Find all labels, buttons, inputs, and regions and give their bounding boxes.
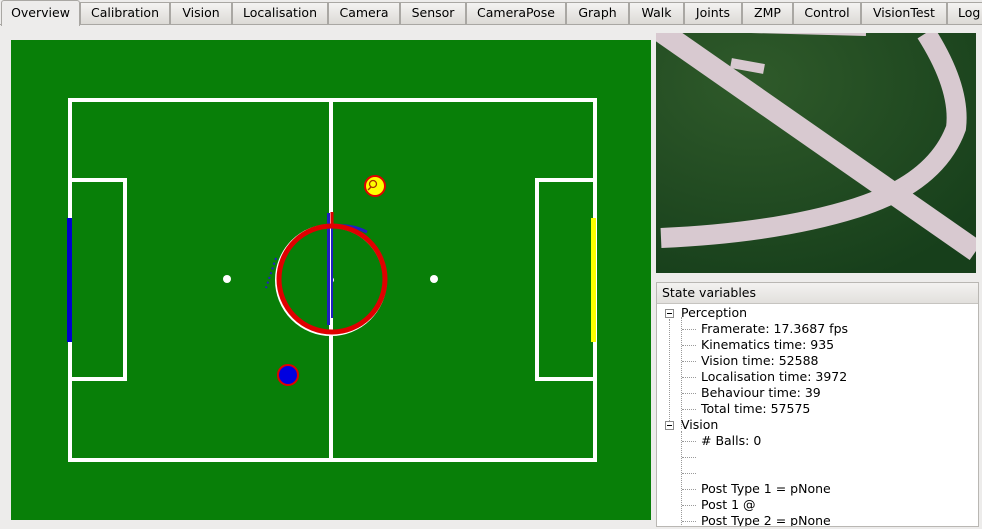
tree-guide xyxy=(681,431,682,526)
tab-overview[interactable]: Overview xyxy=(1,0,80,26)
tab-vision[interactable]: Vision xyxy=(170,2,232,24)
tree-item-vision-time: Vision time: 52588 xyxy=(701,353,819,368)
tab-log[interactable]: Log xyxy=(947,2,982,24)
ball-marker xyxy=(364,175,386,197)
tab-sensor[interactable]: Sensor xyxy=(400,2,466,24)
collapse-vision-icon[interactable] xyxy=(665,421,674,430)
penalty-spot-right xyxy=(430,275,438,283)
tab-joints[interactable]: Joints xyxy=(684,2,742,24)
tree-group-vision[interactable]: Vision xyxy=(681,417,718,433)
yellow-goal xyxy=(591,218,596,342)
tab-calibration[interactable]: Calibration xyxy=(80,2,170,24)
tree-group-perception[interactable]: Perception xyxy=(681,305,747,321)
tree-item-kinematics-time: Kinematics time: 935 xyxy=(701,337,835,352)
tree-item-localisation-time: Localisation time: 3972 xyxy=(701,369,848,384)
tree-item-post-1: Post 1 @ xyxy=(701,497,756,512)
blue-robot-marker xyxy=(277,364,299,386)
tree-item-behaviour-time: Behaviour time: 39 xyxy=(701,385,821,400)
tab-walk[interactable]: Walk xyxy=(629,2,684,24)
field-view[interactable] xyxy=(11,40,651,520)
penalty-spot-left xyxy=(223,275,231,283)
camera-image xyxy=(656,33,976,273)
tree-item-total-time: Total time: 57575 xyxy=(701,401,811,416)
tree-item-balls: # Balls: 0 xyxy=(701,433,762,448)
state-variables-header: State variables xyxy=(657,283,978,304)
tree-guide xyxy=(669,319,670,427)
state-variables-panel: State variables Perception Framerate: 17… xyxy=(656,282,979,527)
tab-camerapose[interactable]: CameraPose xyxy=(466,2,566,24)
tab-bar: Overview Calibration Vision Localisation… xyxy=(0,0,982,26)
tree-item-post-type-1: Post Type 1 = pNone xyxy=(701,481,831,496)
tree-item-post-type-2: Post Type 2 = pNone xyxy=(701,513,831,527)
collapse-perception-icon[interactable] xyxy=(665,309,674,318)
tree-guide xyxy=(681,317,682,429)
tab-zmp[interactable]: ZMP xyxy=(742,2,793,24)
tab-control[interactable]: Control xyxy=(793,2,861,24)
tab-localisation[interactable]: Localisation xyxy=(232,2,328,24)
tab-visiontest[interactable]: VisionTest xyxy=(861,2,947,24)
blue-goal xyxy=(67,218,72,342)
tree-item-framerate: Framerate: 17.3687 fps xyxy=(701,321,849,336)
tab-camera[interactable]: Camera xyxy=(328,2,400,24)
tab-graph[interactable]: Graph xyxy=(566,2,629,24)
